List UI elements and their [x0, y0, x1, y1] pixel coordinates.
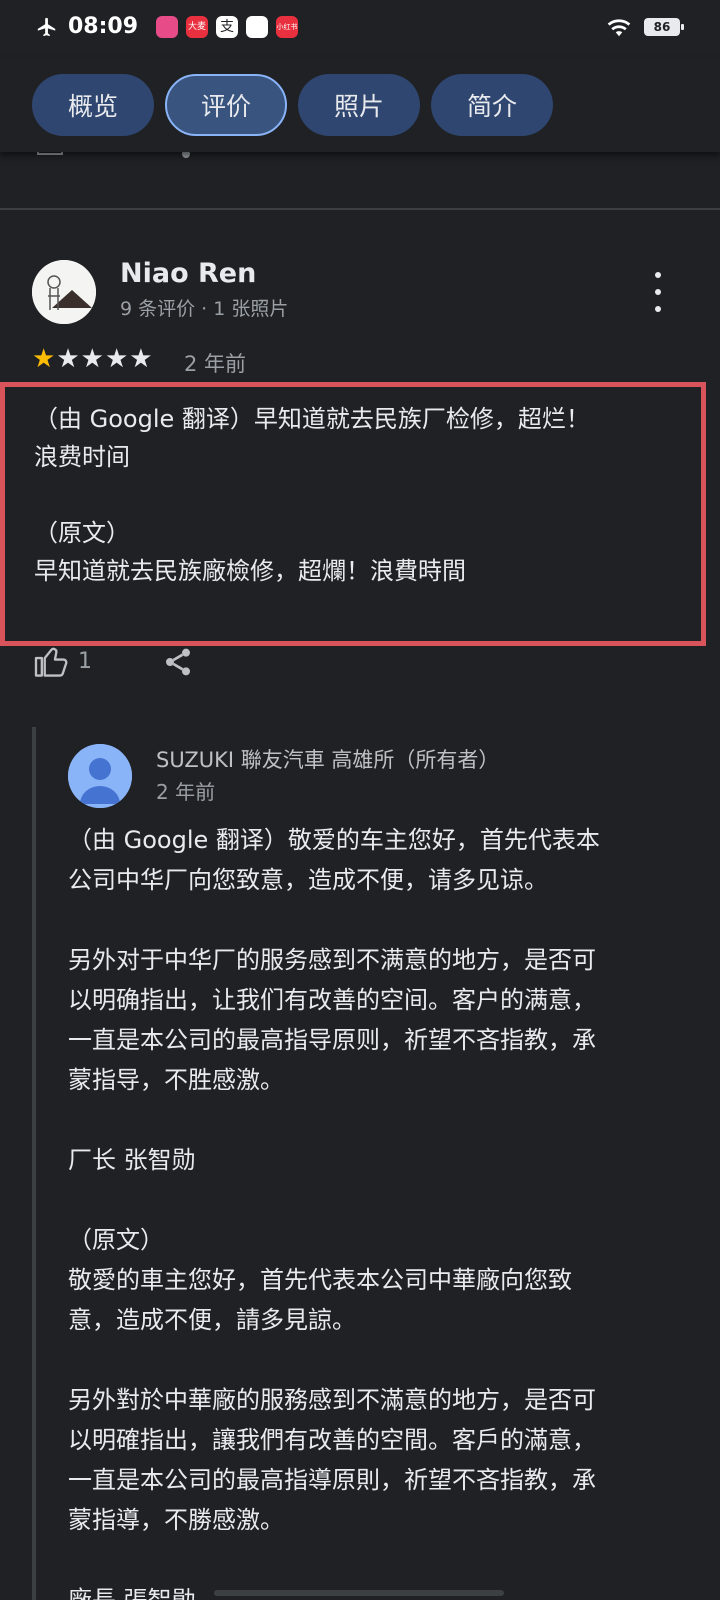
- review-text: （由 Google 翻译）早知道就去民族厂检修，超烂！ 浪费时间 （原文） 早知…: [34, 400, 684, 590]
- tab-bar: 概览 评价 照片 简介: [0, 58, 720, 152]
- review-text-line: 早知道就去民族廠檢修，超爛！浪費時間: [34, 557, 466, 585]
- scroll-handle[interactable]: [214, 1590, 504, 1596]
- app-icon-1: [156, 15, 179, 38]
- tab-about[interactable]: 简介: [431, 74, 553, 136]
- app-icon-4: [246, 15, 269, 38]
- owner-avatar: [68, 744, 132, 808]
- dot-icon: [655, 289, 661, 295]
- reply-text-line: 公司中华厂向您致意，造成不便，请多见谅。: [68, 866, 548, 894]
- reply-text-line: 蒙指導，不勝感激。: [68, 1506, 284, 1534]
- owner-name: SUZUKI 聯友汽車 高雄所（所有者）: [156, 748, 500, 772]
- reviewer-name[interactable]: Niao Ren: [120, 258, 256, 289]
- reply-text-line: [68, 900, 688, 940]
- reply-text-line: 以明確指出，讓我們有改善的空間。客戶的滿意，: [68, 1426, 596, 1454]
- review-text-line: 浪费时间: [34, 443, 130, 471]
- reply-text-line: 敬愛的車主您好，首先代表本公司中華廠向您致: [68, 1266, 572, 1294]
- reviewer-avatar[interactable]: [32, 260, 96, 324]
- share-button[interactable]: [162, 646, 194, 682]
- status-bar: 08:09 大麦 支 小红书 86: [0, 0, 720, 58]
- review-text-line: [34, 476, 684, 514]
- share-icon: [166, 648, 190, 676]
- tab-photos[interactable]: 照片: [298, 74, 420, 136]
- app-icon-5: 小红书: [276, 15, 299, 38]
- reply-text-line: （原文）: [68, 1226, 164, 1254]
- reply-text-line: 蒙指导，不胜感激。: [68, 1066, 284, 1094]
- status-left: 08:09 大麦 支 小红书: [36, 14, 299, 39]
- like-button[interactable]: 1: [34, 645, 92, 677]
- reply-text-line: [68, 1100, 688, 1140]
- review-time: 2 年前: [184, 352, 247, 376]
- reply-text-line: 意，造成不便，請多見諒。: [68, 1306, 356, 1334]
- tab-overview[interactable]: 概览: [32, 74, 154, 136]
- reviewer-meta: 9 条评价 · 1 张照片: [120, 298, 289, 320]
- star-empty-icon: ★: [80, 344, 104, 374]
- reply-text-line: 一直是本公司的最高指导原则，祈望不吝指教，承: [68, 1026, 596, 1054]
- status-time: 08:09: [68, 14, 139, 39]
- review-text-line: （原文）: [34, 519, 130, 547]
- dot-icon: [655, 306, 661, 312]
- star-rating: ★ ★ ★ ★ ★: [32, 346, 154, 372]
- divider: [0, 208, 720, 210]
- tab-reviews[interactable]: 评价: [165, 74, 287, 136]
- reply-text-line: [68, 1340, 688, 1380]
- wifi-icon: [607, 19, 631, 37]
- person-icon: [68, 744, 132, 808]
- star-empty-icon: ★: [104, 344, 129, 374]
- review-text-line: （由 Google 翻译）早知道就去民族厂检修，超烂！: [34, 405, 590, 433]
- app-icon-2: 大麦: [186, 15, 209, 38]
- reply-text-line: 以明确指出，让我们有改善的空间。客户的满意，: [68, 986, 596, 1014]
- reply-text-line: 一直是本公司的最高指導原則，祈望不吝指教，承: [68, 1466, 596, 1494]
- thumbs-up-icon: [34, 647, 68, 677]
- reply-indent-bar: [32, 727, 36, 1600]
- reply-text-line: 另外對於中華廠的服務感到不滿意的地方，是否可: [68, 1386, 596, 1414]
- reply-text: （由 Google 翻译）敬爱的车主您好，首先代表本 公司中华厂向您致意，造成不…: [68, 820, 688, 1600]
- more-options-button[interactable]: [646, 272, 670, 312]
- reply-text-line: [68, 1180, 688, 1220]
- reply-text-line: [68, 1540, 688, 1580]
- dot-icon: [655, 272, 661, 278]
- battery-indicator: 86: [644, 18, 684, 36]
- reply-time: 2 年前: [156, 780, 216, 804]
- reviewer-avatar-image: [32, 260, 96, 324]
- star-empty-icon: ★: [129, 344, 153, 374]
- reply-text-line: 厂长 张智勋: [68, 1146, 196, 1174]
- app-icon-3: 支: [216, 15, 239, 38]
- reply-text-line: 另外对于中华厂的服务感到不满意的地方，是否可: [68, 946, 596, 974]
- airplane-mode-icon: [37, 17, 56, 36]
- star-empty-icon: ★: [56, 344, 80, 374]
- status-right: 86: [606, 16, 684, 38]
- reply-text-line: （由 Google 翻译）敬爱的车主您好，首先代表本: [68, 826, 600, 854]
- like-count: 1: [78, 648, 92, 674]
- star-filled-icon: ★: [32, 344, 56, 374]
